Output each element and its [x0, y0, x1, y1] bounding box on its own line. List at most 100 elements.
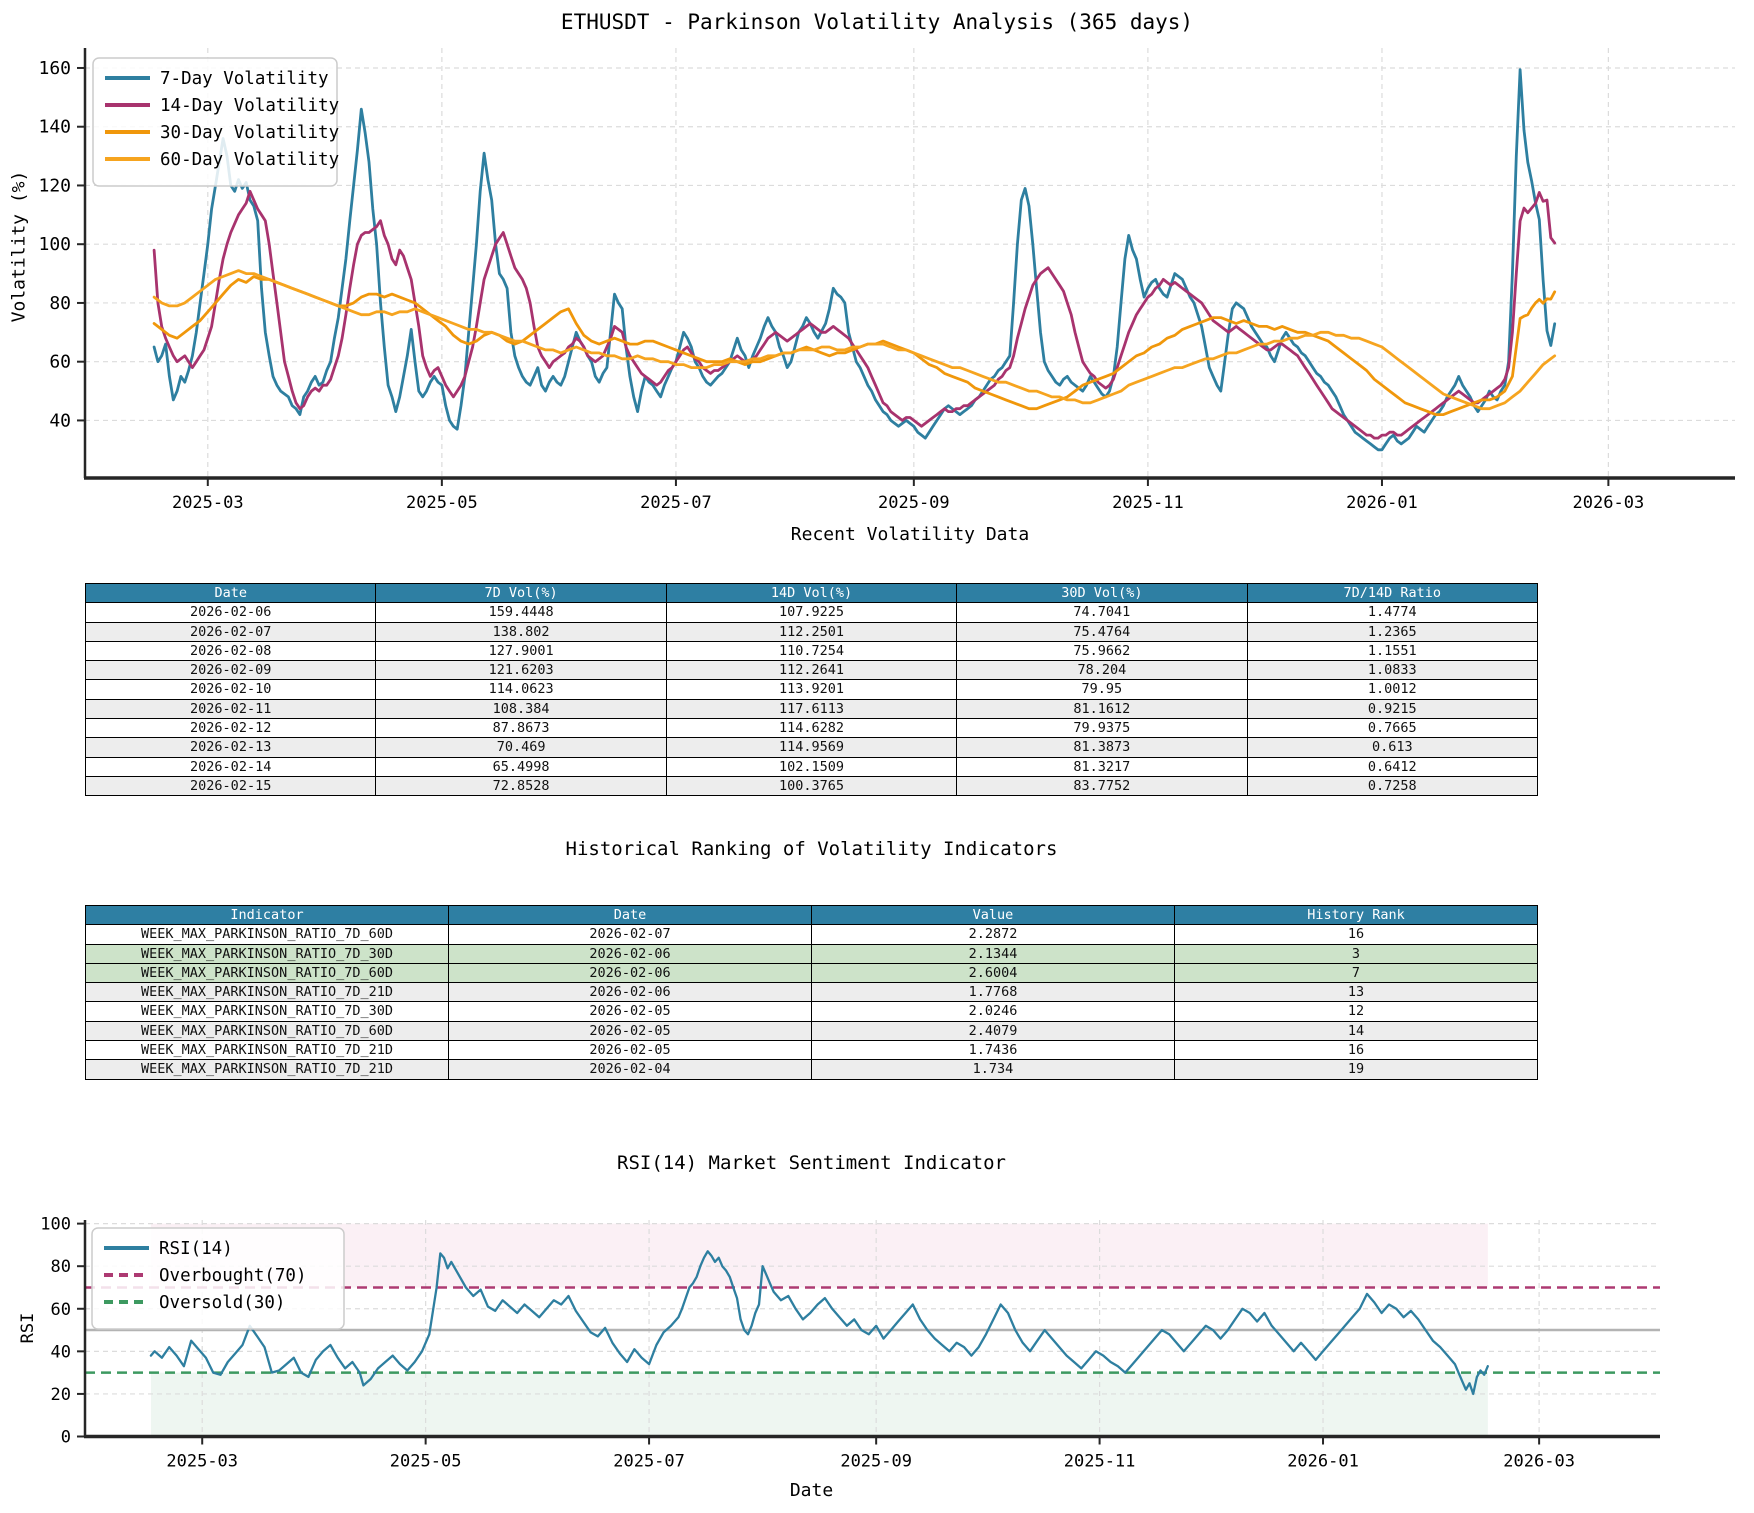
column-header: 7D/14D Ratio	[1247, 584, 1537, 603]
x-tick-label: 2025-03	[166, 1452, 238, 1472]
table-cell: 74.7041	[957, 603, 1247, 622]
x-tick-label: 2025-05	[390, 1452, 462, 1472]
table-cell: 79.95	[957, 680, 1247, 699]
series-line	[154, 271, 1555, 409]
table-cell: 1.7768	[812, 983, 1175, 1002]
table-cell: 100.3765	[666, 776, 956, 795]
legend-label: Oversold(30)	[159, 1293, 285, 1313]
table-cell: 81.3873	[957, 738, 1247, 757]
main-chart-xlabel: Recent Volatility Data	[85, 524, 1735, 545]
table-cell: 75.4764	[957, 622, 1247, 641]
table-row: WEEK_MAX_PARKINSON_RATIO_7D_21D2026-02-0…	[86, 983, 1538, 1002]
column-header: 14D Vol(%)	[666, 584, 956, 603]
y-tick-label: 160	[38, 58, 71, 79]
table-cell: 159.4448	[376, 603, 666, 622]
ranking-table: IndicatorDateValueHistory RankWEEK_MAX_P…	[85, 905, 1538, 1080]
y-tick-label: 80	[51, 1257, 71, 1277]
table-cell: 2026-02-09	[86, 661, 376, 680]
legend-label: 14-Day Volatility	[160, 96, 339, 116]
x-tick-label: 2026-01	[1287, 1452, 1359, 1472]
table-cell: 113.9201	[666, 680, 956, 699]
y-tick-label: 100	[40, 1215, 71, 1235]
column-header: History Rank	[1175, 906, 1538, 925]
y-tick-label: 80	[49, 293, 71, 314]
table-row: 2026-02-1287.8673114.628279.93750.7665	[86, 719, 1538, 738]
table-cell: 0.7258	[1247, 776, 1537, 795]
table-cell: 81.1612	[957, 699, 1247, 718]
y-tick-label: 60	[51, 1300, 71, 1320]
table-cell: WEEK_MAX_PARKINSON_RATIO_7D_30D	[86, 1002, 449, 1021]
table-cell: 138.802	[376, 622, 666, 641]
table-cell: 2026-02-14	[86, 757, 376, 776]
table-cell: 121.6203	[376, 661, 666, 680]
x-tick-label: 2026-01	[1346, 493, 1418, 513]
y-tick-label: 100	[38, 234, 71, 255]
table-cell: WEEK_MAX_PARKINSON_RATIO_7D_60D	[86, 963, 449, 982]
table-header-row: Date7D Vol(%)14D Vol(%)30D Vol(%)7D/14D …	[86, 584, 1538, 603]
table-cell: WEEK_MAX_PARKINSON_RATIO_7D_30D	[86, 944, 449, 963]
table-cell: 81.3217	[957, 757, 1247, 776]
table-cell: 1.7436	[812, 1041, 1175, 1060]
table-cell: 107.9225	[666, 603, 956, 622]
volatility-dashboard: 2025-03 2025-05 2025-07 2025-09 2025-11 2026-…	[0, 0, 1754, 1513]
table-cell: 1.734	[812, 1060, 1175, 1079]
column-header: Indicator	[86, 906, 449, 925]
table-cell: 108.384	[376, 699, 666, 718]
table-row: 2026-02-08127.9001110.725475.96621.1551	[86, 641, 1538, 660]
table-cell: 79.9375	[957, 719, 1247, 738]
table-row: 2026-02-09121.6203112.264178.2041.0833	[86, 661, 1538, 680]
table-cell: 2026-02-05	[449, 1041, 812, 1060]
table-cell: 2.2872	[812, 925, 1175, 944]
table-cell: 2.6004	[812, 963, 1175, 982]
column-header: Value	[812, 906, 1175, 925]
table-cell: 2026-02-07	[449, 925, 812, 944]
table-row: 2026-02-10114.0623113.920179.951.0012	[86, 680, 1538, 699]
table-cell: 14	[1175, 1021, 1538, 1040]
table-cell: 110.7254	[666, 641, 956, 660]
table-cell: 2026-02-15	[86, 776, 376, 795]
x-tick-label: 2025-09	[840, 1452, 912, 1472]
x-tick-label: 2025-07	[613, 1452, 685, 1472]
ranking-heading: Historical Ranking of Volatility Indicat…	[85, 838, 1538, 860]
main-chart-title: ETHUSDT - Parkinson Volatility Analysis …	[0, 10, 1754, 34]
table-cell: 114.6282	[666, 719, 956, 738]
table-cell: 0.6412	[1247, 757, 1537, 776]
rsi-chart-xlabel: Date	[85, 1480, 1538, 1501]
table-cell: 72.8528	[376, 776, 666, 795]
table-row: WEEK_MAX_PARKINSON_RATIO_7D_60D2026-02-0…	[86, 963, 1538, 982]
table-cell: 2026-02-11	[86, 699, 376, 718]
table-cell: 3	[1175, 944, 1538, 963]
table-cell: WEEK_MAX_PARKINSON_RATIO_7D_60D	[86, 1021, 449, 1040]
table-cell: 87.8673	[376, 719, 666, 738]
table-cell: 16	[1175, 1041, 1538, 1060]
table-cell: 1.2365	[1247, 622, 1537, 641]
threshold-band	[151, 1224, 1488, 1288]
table-row: WEEK_MAX_PARKINSON_RATIO_7D_30D2026-02-0…	[86, 1002, 1538, 1021]
table-row: WEEK_MAX_PARKINSON_RATIO_7D_60D2026-02-0…	[86, 925, 1538, 944]
table-row: 2026-02-1572.8528100.376583.77520.7258	[86, 776, 1538, 795]
x-tick-label: 2025-05	[406, 493, 478, 513]
table-cell: 1.0833	[1247, 661, 1537, 680]
y-tick-label: 40	[51, 1342, 71, 1362]
table-cell: WEEK_MAX_PARKINSON_RATIO_7D_21D	[86, 1041, 449, 1060]
table-cell: 2026-02-13	[86, 738, 376, 757]
table-cell: 2026-02-06	[449, 983, 812, 1002]
table-cell: 2026-02-12	[86, 719, 376, 738]
table-cell: 2.4079	[812, 1021, 1175, 1040]
x-tick-label: 2025-09	[878, 493, 950, 513]
table-cell: 65.4998	[376, 757, 666, 776]
column-header: Date	[86, 584, 376, 603]
y-tick-label: 0	[61, 1428, 71, 1448]
table-cell: 2026-02-04	[449, 1060, 812, 1079]
x-tick-label: 2025-11	[1064, 1452, 1136, 1472]
table-cell: WEEK_MAX_PARKINSON_RATIO_7D_21D	[86, 1060, 449, 1079]
table-cell: 78.204	[957, 661, 1247, 680]
table-cell: 0.7665	[1247, 719, 1537, 738]
table-cell: 2026-02-08	[86, 641, 376, 660]
table-cell: 1.4774	[1247, 603, 1537, 622]
rsi-chart-title: RSI(14) Market Sentiment Indicator	[85, 1152, 1538, 1174]
y-tick-label: 120	[38, 175, 71, 196]
column-header: 30D Vol(%)	[957, 584, 1247, 603]
table-row: WEEK_MAX_PARKINSON_RATIO_7D_60D2026-02-0…	[86, 1021, 1538, 1040]
legend-label: Overbought(70)	[159, 1266, 307, 1286]
